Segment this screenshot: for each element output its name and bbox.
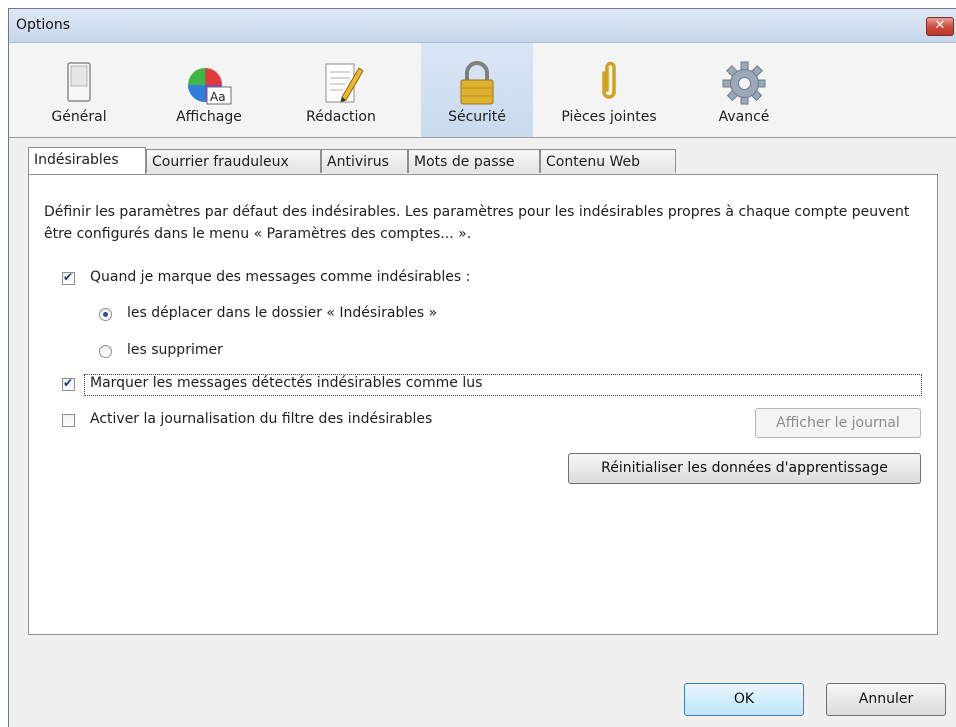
mark-read-label: Marquer les messages détectés indésirabl… (90, 375, 483, 391)
pane-general[interactable]: Général (29, 43, 129, 137)
delete-radio[interactable] (99, 345, 112, 358)
enable-logging-checkbox[interactable] (62, 414, 75, 427)
junk-panel: Définir les paramètres par défaut des in… (28, 174, 938, 635)
tab-passwords[interactable]: Mots de passe (408, 149, 540, 173)
tab-junk[interactable]: Indésirables (28, 147, 146, 174)
enable-logging-label: Activer la journalisation du filtre des … (90, 411, 433, 427)
options-window: Options ✕ Général Aa Affichage Rédaction… (8, 8, 956, 727)
pane-advanced[interactable]: Avancé (699, 43, 789, 137)
delete-label: les supprimer (127, 342, 223, 358)
tab-scam[interactable]: Courrier frauduleux (146, 149, 321, 173)
pane-label: Général (51, 109, 107, 125)
pane-label: Avancé (718, 109, 770, 125)
junk-description: Définir les paramètres par défaut des in… (44, 204, 910, 242)
title-bar: Options ✕ (9, 9, 956, 43)
document-pencil-icon (325, 63, 364, 103)
preferences-toolbar: Général Aa Affichage Rédaction Sécurité … (9, 43, 956, 138)
svg-text:Aa: Aa (210, 90, 226, 104)
move-to-junk-label: les déplacer dans le dossier « Indésirab… (127, 305, 438, 321)
tab-antivirus[interactable]: Antivirus (321, 149, 408, 173)
switch-icon (67, 62, 91, 102)
paperclip-icon (602, 61, 616, 99)
pane-composition[interactable]: Rédaction (289, 43, 393, 137)
pane-label: Pièces jointes (561, 109, 657, 125)
color-wheel-font-icon: Aa (188, 68, 232, 105)
mark-read-checkbox[interactable] (62, 376, 75, 391)
window-title: Options (16, 17, 71, 33)
close-button[interactable]: ✕ (926, 17, 954, 36)
pane-display[interactable]: Aa Affichage (154, 43, 264, 137)
padlock-icon (460, 61, 494, 105)
mark-action-checkbox[interactable] (62, 270, 75, 285)
gear-icon (722, 61, 766, 105)
pane-attachments[interactable]: Pièces jointes (544, 43, 674, 137)
ok-button[interactable]: OK (684, 683, 804, 716)
pane-label: Rédaction (306, 109, 376, 125)
show-log-button[interactable]: Afficher le journal (755, 408, 921, 438)
pane-label: Sécurité (448, 109, 506, 125)
pane-security[interactable]: Sécurité (421, 43, 533, 137)
pane-label: Affichage (176, 109, 242, 125)
cancel-button[interactable]: Annuler (826, 683, 946, 716)
tab-web-content[interactable]: Contenu Web (540, 149, 676, 173)
move-to-junk-radio[interactable] (99, 308, 112, 321)
reset-training-button[interactable]: Réinitialiser les données d'apprentissag… (568, 453, 921, 484)
mark-action-label: Quand je marque des messages comme indés… (90, 269, 471, 285)
